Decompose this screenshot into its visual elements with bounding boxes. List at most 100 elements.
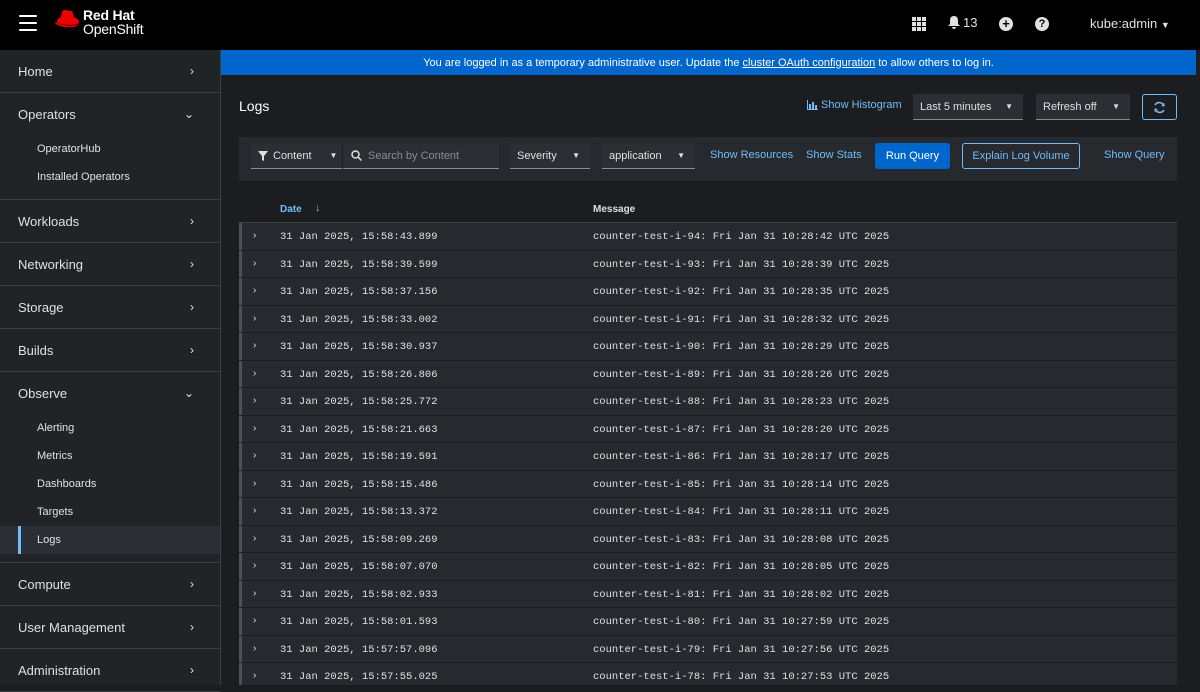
nav-user-management[interactable]: User Management › xyxy=(0,606,220,648)
chevron-right-icon[interactable]: › xyxy=(253,505,256,516)
show-histogram-button[interactable]: Show Histogram xyxy=(807,99,902,111)
row-date: 31 Jan 2025, 15:58:15.486 xyxy=(280,478,438,491)
chevron-right-icon[interactable]: › xyxy=(253,230,256,241)
row-date: 31 Jan 2025, 15:57:57.096 xyxy=(280,643,438,656)
table-row[interactable]: › 31 Jan 2025, 15:58:43.899 counter-test-i… xyxy=(239,223,1177,251)
tenant-select[interactable]: application ▼ xyxy=(602,143,695,169)
table-row[interactable]: › 31 Jan 2025, 15:58:39.599 counter-test-i… xyxy=(239,250,1177,278)
time-range-value: Last 5 minutes xyxy=(920,100,992,113)
nav-compute[interactable]: Compute › xyxy=(0,563,220,605)
row-message: counter-test-i-85: Fri Jan 31 10:28:14 U… xyxy=(593,478,890,491)
refresh-button[interactable] xyxy=(1142,94,1177,120)
hamburger-icon[interactable] xyxy=(19,15,37,31)
notifications-count: 13 xyxy=(963,15,978,30)
nav-home[interactable]: Home › xyxy=(0,50,220,92)
nav-item-installed-operators[interactable]: Installed Operators xyxy=(0,163,220,191)
oauth-config-link[interactable]: cluster OAuth configuration xyxy=(743,57,876,69)
chevron-right-icon[interactable]: › xyxy=(253,313,256,324)
chevron-right-icon[interactable]: › xyxy=(253,258,256,269)
chevron-right-icon[interactable]: › xyxy=(253,588,256,599)
chevron-right-icon[interactable]: › xyxy=(253,285,256,296)
nav-item-targets[interactable]: Targets xyxy=(0,498,220,526)
notifications-button[interactable]: 13 xyxy=(948,15,977,30)
table-row[interactable]: › 31 Jan 2025, 15:58:07.070 counter-test-i… xyxy=(239,553,1177,581)
table-row[interactable]: › 31 Jan 2025, 15:58:21.663 counter-test-i… xyxy=(239,415,1177,443)
plus-circle-icon[interactable]: + xyxy=(999,17,1013,31)
search-input[interactable] xyxy=(368,149,488,162)
nav-observe[interactable]: Observe ⌄ xyxy=(0,372,220,414)
row-date: 31 Jan 2025, 15:58:33.002 xyxy=(280,313,438,326)
show-stats-button[interactable]: Show Stats xyxy=(806,149,862,161)
row-indicator xyxy=(239,388,242,415)
chevron-right-icon[interactable]: › xyxy=(253,643,256,654)
chevron-right-icon[interactable]: › xyxy=(253,670,256,681)
chevron-right-icon[interactable]: › xyxy=(253,478,256,489)
nav-item-operatorhub[interactable]: OperatorHub xyxy=(0,135,220,163)
explain-log-volume-button[interactable]: Explain Log Volume xyxy=(962,143,1080,169)
row-message: counter-test-i-78: Fri Jan 31 10:27:53 U… xyxy=(593,671,890,683)
chevron-right-icon[interactable]: › xyxy=(253,450,256,461)
nav-builds[interactable]: Builds › xyxy=(0,329,220,371)
row-date: 31 Jan 2025, 15:58:39.599 xyxy=(280,258,438,271)
table-row[interactable]: › 31 Jan 2025, 15:58:09.269 counter-test-i… xyxy=(239,525,1177,553)
logs-table: Date ↓ Message › 31 Jan 2025, 15:58:43.89… xyxy=(239,195,1177,685)
grid-icon[interactable] xyxy=(912,17,926,31)
table-row[interactable]: › 31 Jan 2025, 15:57:55.025 counter-test-i… xyxy=(239,663,1177,685)
table-row[interactable]: › 31 Jan 2025, 15:58:15.486 counter-test-i… xyxy=(239,470,1177,498)
refresh-select[interactable]: Refresh off ▼ xyxy=(1036,94,1130,120)
question-circle-icon[interactable]: ? xyxy=(1035,17,1049,31)
row-date: 31 Jan 2025, 15:58:01.593 xyxy=(280,616,438,628)
row-indicator xyxy=(239,608,242,635)
nav-workloads[interactable]: Workloads › xyxy=(0,200,220,242)
table-row[interactable]: › 31 Jan 2025, 15:58:37.156 counter-test-i… xyxy=(239,278,1177,306)
nav-section-operators: Operators ⌄ OperatorHub Installed Operato… xyxy=(0,93,220,200)
nav-operators[interactable]: Operators ⌄ xyxy=(0,93,220,135)
nav-section-storage: Storage › xyxy=(0,286,220,329)
row-indicator xyxy=(239,525,242,552)
severity-select[interactable]: Severity ▼ xyxy=(510,143,590,169)
column-date[interactable]: Date xyxy=(280,204,302,215)
chevron-right-icon[interactable]: › xyxy=(253,533,256,544)
nav-label: Operators xyxy=(18,106,76,122)
nav-section-workloads: Workloads › xyxy=(0,200,220,243)
table-header: Date ↓ Message xyxy=(239,195,1177,223)
table-row[interactable]: › 31 Jan 2025, 15:58:01.593 counter-test-i… xyxy=(239,608,1177,636)
banner-text: You are logged in as a temporary adminis… xyxy=(423,56,740,69)
chevron-right-icon[interactable]: › xyxy=(253,423,256,434)
chevron-down-icon: ⌄ xyxy=(183,386,194,400)
show-query-button[interactable]: Show Query xyxy=(1104,149,1165,161)
table-row[interactable]: › 31 Jan 2025, 15:58:02.933 counter-test-i… xyxy=(239,580,1177,608)
chevron-right-icon[interactable]: › xyxy=(253,340,256,351)
nav-item-metrics[interactable]: Metrics xyxy=(0,442,220,470)
filter-type-select[interactable]: Content ▼ xyxy=(251,142,343,169)
chevron-right-icon[interactable]: › xyxy=(253,368,256,379)
run-query-button[interactable]: Run Query xyxy=(875,143,950,169)
nav-networking[interactable]: Networking › xyxy=(0,243,220,285)
sort-down-icon[interactable]: ↓ xyxy=(315,202,321,214)
chevron-right-icon[interactable]: › xyxy=(253,395,256,406)
row-message: counter-test-i-83: Fri Jan 31 10:28:08 U… xyxy=(593,533,890,546)
table-row[interactable]: › 31 Jan 2025, 15:58:25.772 counter-test-i… xyxy=(239,388,1177,416)
table-row[interactable]: › 31 Jan 2025, 15:58:26.806 counter-test-i… xyxy=(239,360,1177,388)
nav-item-dashboards[interactable]: Dashboards xyxy=(0,470,220,498)
nav-item-logs[interactable]: Logs xyxy=(0,526,220,554)
nav-section-user-management: User Management › xyxy=(0,606,220,649)
chevron-right-icon[interactable]: › xyxy=(253,615,256,626)
time-range-select[interactable]: Last 5 minutes ▼ xyxy=(913,94,1023,120)
table-row[interactable]: › 31 Jan 2025, 15:58:33.002 counter-test-i… xyxy=(239,305,1177,333)
row-message: counter-test-i-82: Fri Jan 31 10:28:05 U… xyxy=(593,561,890,573)
query-toolbar: Content ▼ Severity ▼ application ▼ Show Re… xyxy=(239,137,1177,181)
table-row[interactable]: › 31 Jan 2025, 15:58:13.372 counter-test-i… xyxy=(239,498,1177,526)
table-row[interactable]: › 31 Jan 2025, 15:58:30.937 counter-test-i… xyxy=(239,333,1177,361)
chevron-right-icon[interactable]: › xyxy=(253,560,256,571)
sidebar: Home › Operators ⌄ OperatorHub Installed O… xyxy=(0,50,221,692)
row-date: 31 Jan 2025, 15:58:30.937 xyxy=(280,341,438,353)
table-row[interactable]: › 31 Jan 2025, 15:58:19.591 counter-test-i… xyxy=(239,443,1177,471)
nav-item-alerting[interactable]: Alerting xyxy=(0,414,220,442)
chevron-right-icon: › xyxy=(190,300,194,314)
show-resources-button[interactable]: Show Resources xyxy=(710,149,793,161)
user-menu[interactable]: kube:admin ▼ xyxy=(1090,16,1170,31)
brand-logo[interactable]: Red Hat OpenShift xyxy=(54,8,144,36)
table-row[interactable]: › 31 Jan 2025, 15:57:57.096 counter-test-i… xyxy=(239,635,1177,663)
nav-storage[interactable]: Storage › xyxy=(0,286,220,328)
